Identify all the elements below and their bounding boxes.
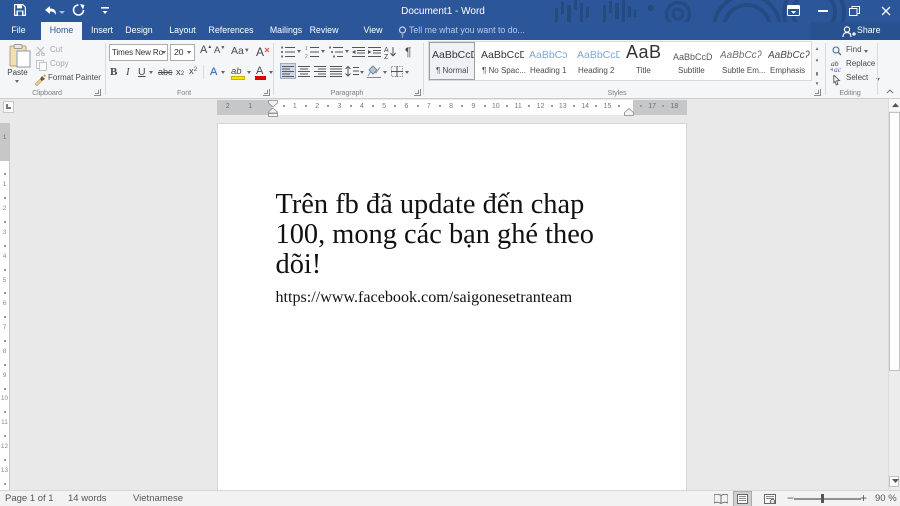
svg-text:A: A: [384, 47, 389, 54]
svg-text:A: A: [256, 45, 264, 58]
svg-text:2: 2: [305, 54, 308, 58]
svg-text:Z: Z: [384, 54, 389, 59]
svg-text:ac: ac: [834, 65, 842, 72]
svg-text:1: 1: [305, 46, 308, 52]
